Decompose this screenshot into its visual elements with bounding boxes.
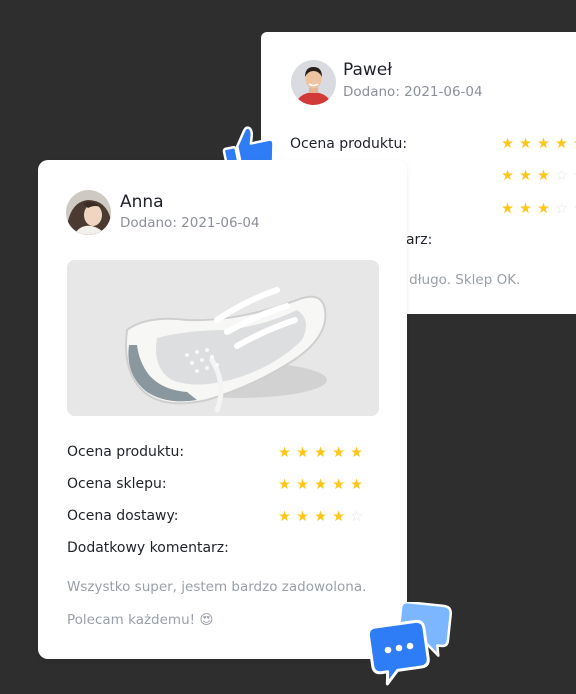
review-card-anna: Anna Dodano: 2021-06-04 Ocena produktu: … <box>38 160 407 659</box>
star-icon: ★ <box>332 477 345 493</box>
chat-bubble-icon <box>365 600 455 692</box>
star-empty-icon: ☆ <box>555 168 568 184</box>
star-icon: ★ <box>278 509 291 525</box>
star-icon: ★ <box>332 445 345 461</box>
star-icon: ★ <box>296 445 309 461</box>
star-icon: ★ <box>537 201 550 217</box>
star-icon: ★ <box>501 168 514 184</box>
rating-label-shop: Ocena sklepu: <box>67 476 167 492</box>
star-empty-icon: ☆ <box>350 509 363 525</box>
rating-stars: ★★★☆☆ <box>501 169 576 184</box>
star-icon: ★ <box>501 136 514 152</box>
star-icon: ★ <box>350 445 363 461</box>
avatar-pawel <box>291 60 336 105</box>
rating-stars: ★★★★★ <box>501 137 576 152</box>
star-icon: ★ <box>350 477 363 493</box>
star-icon: ★ <box>519 136 532 152</box>
rating-label-product: Ocena produktu: <box>290 136 408 152</box>
rating-label-product: Ocena produktu: <box>67 444 185 460</box>
star-icon: ★ <box>519 168 532 184</box>
star-icon: ★ <box>278 445 291 461</box>
rating-stars: ★★★☆☆ <box>501 202 576 217</box>
comment-text-line-2: Polecam każdemu! 😍 <box>67 612 214 628</box>
reviewer-name: Paweł <box>343 60 393 80</box>
review-date: Dodano: 2021-06-04 <box>120 215 260 231</box>
star-icon: ★ <box>537 136 550 152</box>
star-empty-icon: ☆ <box>555 201 568 217</box>
star-icon: ★ <box>314 445 327 461</box>
star-icon: ★ <box>278 477 291 493</box>
reviewer-name: Anna <box>120 192 164 212</box>
star-icon: ★ <box>501 201 514 217</box>
avatar-anna <box>66 190 111 235</box>
star-icon: ★ <box>519 201 532 217</box>
star-icon: ★ <box>537 168 550 184</box>
rating-stars: ★ ★ ★ ★ ★ <box>278 446 363 461</box>
star-icon: ★ <box>332 509 345 525</box>
comment-label: Dodatkowy komentarz: <box>67 540 229 556</box>
product-image-sneaker <box>67 260 379 416</box>
rating-label-delivery: Ocena dostawy: <box>67 508 179 524</box>
rating-stars: ★ ★ ★ ★ ☆ <box>278 510 363 525</box>
star-icon: ★ <box>314 509 327 525</box>
star-icon: ★ <box>555 136 568 152</box>
rating-stars: ★ ★ ★ ★ ★ <box>278 478 363 493</box>
review-date: Dodano: 2021-06-04 <box>343 84 483 100</box>
comment-text-line-1: Wszystko super, jestem bardzo zadowolona… <box>67 579 367 595</box>
star-icon: ★ <box>296 477 309 493</box>
star-icon: ★ <box>314 477 327 493</box>
star-icon: ★ <box>296 509 309 525</box>
